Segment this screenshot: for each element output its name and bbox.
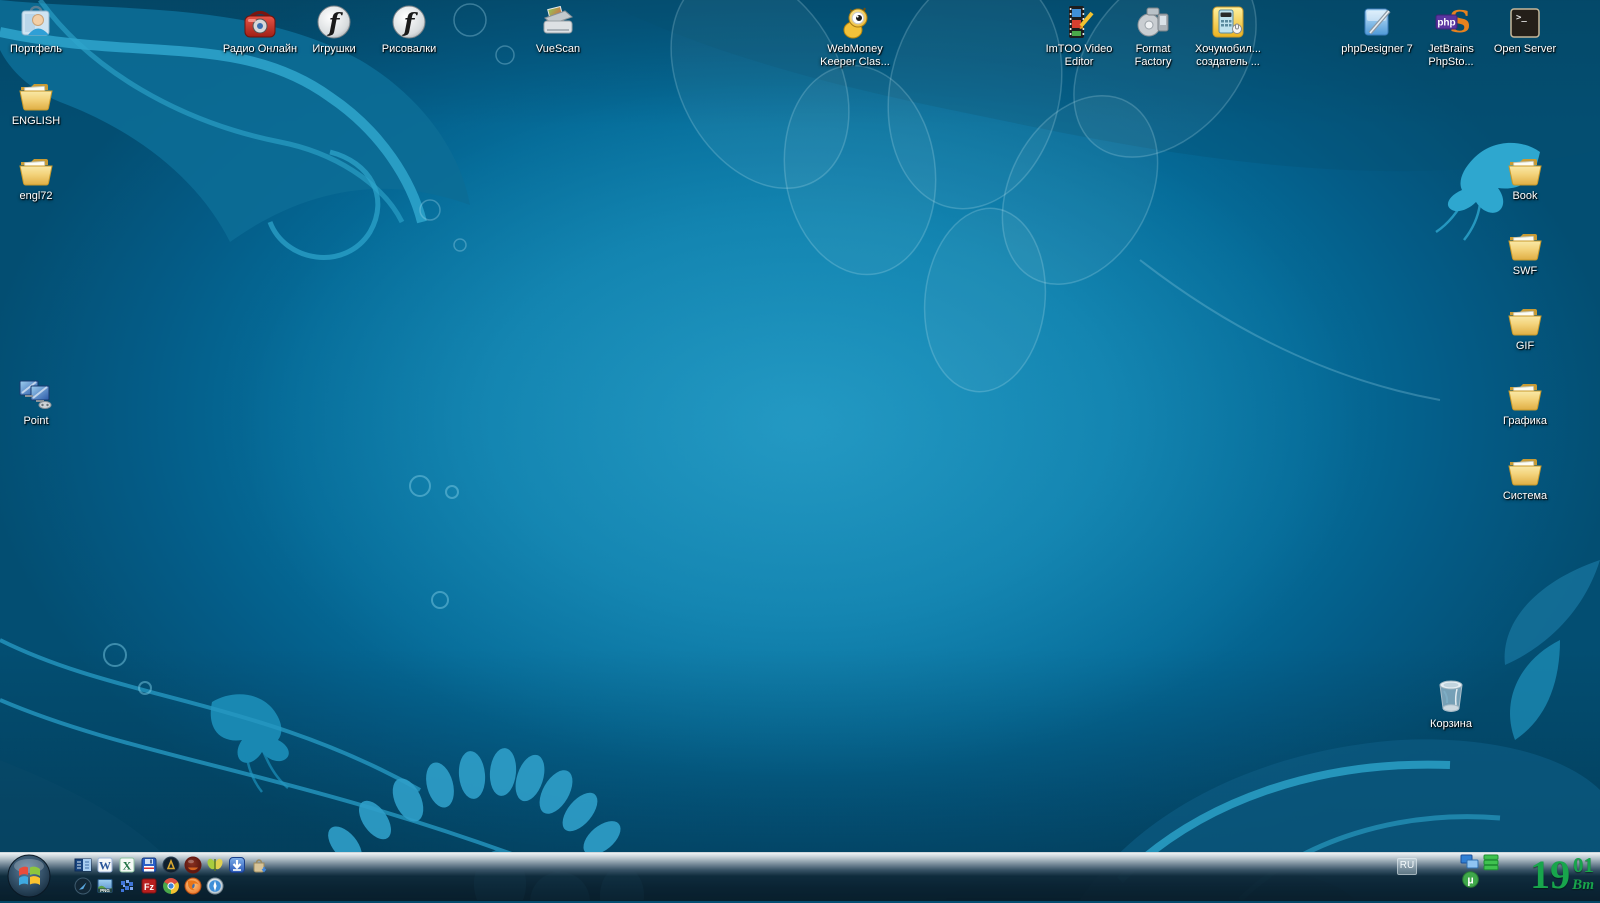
clock-day: Вт: [1572, 877, 1594, 893]
desktop-icon-label: Графика: [1503, 415, 1547, 427]
taskbar: W X PNG Fz RU µ 19 01 Вт: [0, 852, 1600, 901]
svg-text:PNG: PNG: [100, 888, 110, 893]
desktop-icon-label: ImTOO Video Editor: [1045, 43, 1113, 68]
briefcase-person-icon: [18, 2, 54, 40]
dual-monitor-icon: [17, 374, 55, 412]
desktop-icon-label: Book: [1512, 190, 1538, 202]
clock-hours: 19: [1530, 852, 1571, 897]
desktop-icon-hochumobil[interactable]: Хочумобил... создатель ...: [1184, 2, 1272, 69]
storage-icon[interactable]: [1483, 854, 1499, 876]
butterfly-app-icon[interactable]: [206, 856, 224, 874]
desktop[interactable]: Портфель Радио Онлайн f Игрушки f Рисова…: [0, 0, 1600, 900]
svg-text:Fz: Fz: [144, 882, 154, 892]
terminal-icon: >_: [1508, 2, 1542, 40]
svg-text:W: W: [99, 859, 111, 873]
phpstorm-icon: S php: [1433, 2, 1469, 40]
word-icon[interactable]: W: [96, 856, 114, 874]
desktop-icon-label: ENGLISH: [11, 115, 61, 127]
mobile-creator-icon: [1210, 2, 1246, 40]
file-manager-icon[interactable]: [74, 856, 92, 874]
desktop-icon-label: Open Server: [1493, 43, 1557, 55]
desktop-icon-webmoney[interactable]: WebMoney Keeper Clas...: [811, 2, 899, 69]
utorrent-icon[interactable]: µ: [1462, 871, 1479, 893]
desktop-icon-label: Рисовалки: [381, 43, 437, 55]
desktop-icon-open-server[interactable]: >_ Open Server: [1481, 2, 1569, 56]
radio-icon: [242, 2, 278, 40]
format-factory-icon: [1135, 2, 1171, 40]
pointer-dial-icon[interactable]: [74, 877, 92, 895]
desktop-icon-gif[interactable]: GIF: [1481, 299, 1569, 353]
desktop-icon-english[interactable]: ENGLISH: [0, 74, 80, 128]
safari-icon[interactable]: [206, 877, 224, 895]
flash-icon: f: [316, 2, 352, 40]
download-manager-icon[interactable]: [228, 856, 246, 874]
desktop-icon-grafika[interactable]: Графика: [1481, 374, 1569, 428]
bag-download-icon[interactable]: [250, 856, 268, 874]
desktop-icon-point[interactable]: Point: [0, 374, 80, 428]
folder-icon: [1507, 224, 1543, 262]
desktop-icon-label: Игрушки: [312, 43, 356, 55]
desktop-icon-label: JetBrains PhpSto...: [1428, 43, 1474, 68]
desktop-icon-label: Корзина: [1430, 718, 1472, 730]
svg-text:php: php: [1437, 18, 1455, 29]
clock-minutes: 01: [1573, 853, 1594, 877]
php-designer-icon: [1359, 2, 1395, 40]
folder-icon: [18, 74, 54, 112]
desktop-icon-label: Point: [23, 415, 49, 427]
svg-text:>_: >_: [1516, 13, 1527, 23]
chrome-icon[interactable]: [162, 877, 180, 895]
red-sphere-app-icon[interactable]: [184, 856, 202, 874]
desktop-icon-swf[interactable]: SWF: [1481, 224, 1569, 278]
svg-text:µ: µ: [1467, 875, 1473, 887]
desktop-icon-label: GIF: [1515, 340, 1535, 352]
flash-icon: f: [391, 2, 427, 40]
desktop-icon-label: engl72: [19, 190, 53, 202]
desktop-icon-sistema[interactable]: Система: [1481, 449, 1569, 503]
desktop-icon-label: WebMoney Keeper Clas...: [820, 43, 890, 68]
filmstrip-icon: [1061, 2, 1097, 40]
desktop-icon-label: Радио Онлайн: [222, 43, 298, 55]
desktop-icon-book[interactable]: Book: [1481, 149, 1569, 203]
desktop-icon-label: phpDesigner 7: [1341, 43, 1413, 55]
folder-icon: [1507, 299, 1543, 337]
firefox-icon[interactable]: [184, 877, 202, 895]
desktop-icon-risovalki[interactable]: f Рисовалки: [365, 2, 453, 56]
desktop-icon-vuescan[interactable]: VueScan: [514, 2, 602, 56]
desktop-icon-label: Портфель: [10, 43, 62, 55]
webmoney-icon: [837, 2, 873, 40]
language-indicator[interactable]: RU: [1397, 858, 1417, 875]
excel-icon[interactable]: X: [118, 856, 136, 874]
filezilla-icon[interactable]: Fz: [140, 877, 158, 895]
desktop-icon-portfel[interactable]: Портфель: [0, 2, 80, 56]
folder-icon: [18, 149, 54, 187]
folder-icon: [1507, 449, 1543, 487]
desktop-icon-recycle-bin[interactable]: Корзина: [1407, 677, 1495, 731]
desktop-icon-label: Система: [1502, 490, 1548, 502]
desktop-icon-label: Format Factory: [1134, 43, 1172, 68]
svg-text:X: X: [123, 859, 132, 873]
scanner-icon: [539, 2, 577, 40]
desktop-icon-engl72[interactable]: engl72: [0, 149, 80, 203]
desktop-icon-label: VueScan: [535, 43, 581, 55]
desktop-icon-label: Хочумобил... создатель ...: [1195, 43, 1261, 68]
taskbar-clock[interactable]: 19 01 Вт: [1530, 852, 1594, 897]
folder-icon: [1507, 149, 1543, 187]
save-floppy-icon[interactable]: [140, 856, 158, 874]
pixel-art-app-icon[interactable]: [118, 877, 136, 895]
start-button[interactable]: [7, 854, 51, 898]
recycle-bin-icon: [1435, 677, 1467, 715]
folder-icon: [1507, 374, 1543, 412]
desktop-icon-label: SWF: [1512, 265, 1538, 277]
aimp-icon[interactable]: [162, 856, 180, 874]
windows-orb-icon: [7, 854, 51, 898]
png-image-icon[interactable]: PNG: [96, 877, 114, 895]
